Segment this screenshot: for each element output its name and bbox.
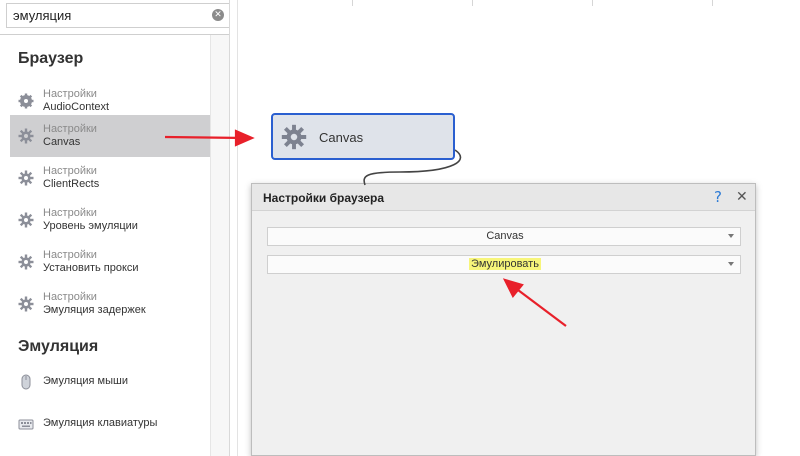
list-item-keyboard-emulation[interactable]: Эмуляция клавиатуры [10, 403, 210, 445]
list-item-set-proxy[interactable]: Настройки Установить прокси [10, 241, 210, 283]
list-item-clientrects[interactable]: Настройки ClientRects [10, 157, 210, 199]
item-category: Настройки [43, 207, 97, 219]
ruler-tick [472, 0, 473, 6]
section-title-emulation: Эмуляция [18, 338, 99, 355]
list-item-emulation-level[interactable]: Настройки Уровень эмуляции [10, 199, 210, 241]
dialog-header[interactable]: Настройки браузера ? ✕ [252, 184, 755, 211]
select-value: Canvas [486, 230, 524, 242]
clear-search-icon[interactable]: ✕ [212, 9, 224, 21]
list-item-canvas[interactable]: Настройки Canvas [10, 115, 210, 157]
search-input[interactable] [7, 4, 207, 27]
action-node-canvas[interactable]: Canvas [271, 113, 455, 160]
item-category: Настройки [43, 88, 97, 100]
gear-icon [18, 296, 34, 312]
keyboard-icon [18, 419, 34, 430]
gear-icon [18, 93, 34, 109]
item-label: Эмуляция задержек [43, 304, 146, 316]
gear-icon [18, 170, 34, 186]
scrollbar[interactable] [210, 35, 229, 456]
ruler-tick [592, 0, 593, 6]
search-box[interactable]: ✕ [6, 3, 229, 28]
gear-icon [18, 128, 34, 144]
item-label: ClientRects [43, 178, 100, 190]
ruler-tick [712, 0, 713, 6]
list-item-mouse-emulation[interactable]: Эмуляция мыши [10, 361, 210, 403]
item-label: AudioContext [43, 101, 110, 113]
dialog-title: Настройки браузера [263, 191, 385, 205]
item-label: Эмуляция клавиатуры [43, 417, 158, 429]
section-title-browser: Браузер [18, 50, 84, 67]
item-category: Настройки [43, 249, 97, 261]
item-category: Настройки [43, 291, 97, 303]
mouse-icon [21, 374, 31, 390]
node-label: Canvas [319, 130, 364, 145]
close-icon[interactable]: ✕ [736, 189, 748, 205]
item-label: Уровень эмуляции [43, 220, 138, 232]
browser-settings-dialog: Настройки браузера ? ✕ Canvas Эмулироват… [251, 183, 756, 456]
gear-icon [18, 212, 34, 228]
chevron-down-icon [728, 234, 734, 238]
actions-panel: ✕ Браузер Настройки AudioContext Настрой… [0, 0, 230, 456]
divider [0, 34, 229, 35]
item-category: Настройки [43, 165, 97, 177]
list-item-delay-emulation[interactable]: Настройки Эмуляция задержек [10, 283, 210, 325]
ruler-tick [352, 0, 353, 6]
select-value: Эмулировать [469, 258, 541, 270]
item-label: Эмуляция мыши [43, 375, 128, 387]
item-label: Canvas [43, 136, 81, 148]
item-label: Установить прокси [43, 262, 139, 274]
help-icon[interactable]: ? [714, 188, 722, 206]
gear-icon [281, 124, 307, 150]
chevron-down-icon [728, 262, 734, 266]
gear-icon [18, 254, 34, 270]
item-category: Настройки [43, 123, 97, 135]
mode-select[interactable]: Эмулировать [267, 255, 741, 274]
setting-type-select[interactable]: Canvas [267, 227, 741, 246]
